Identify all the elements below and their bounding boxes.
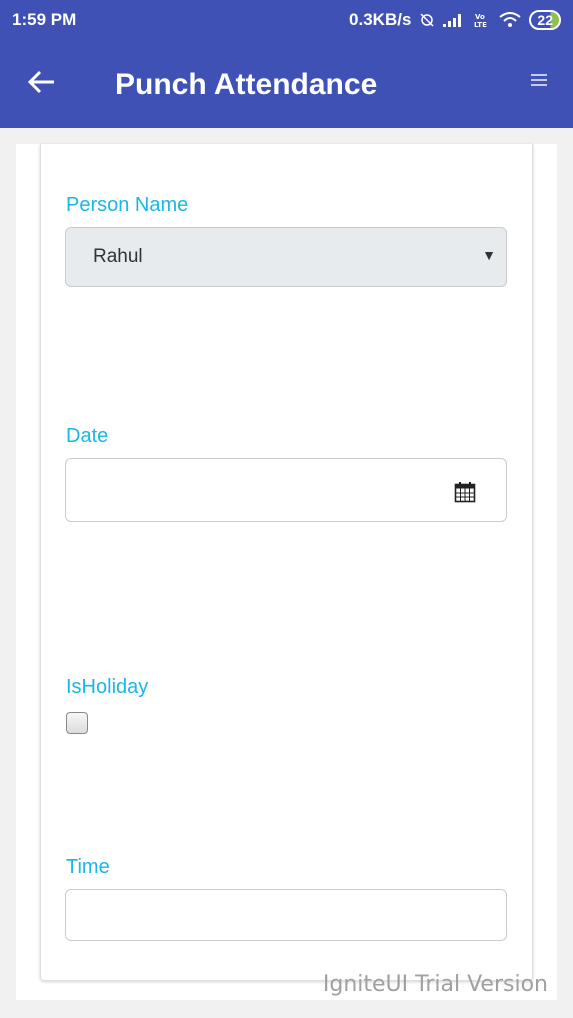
is-holiday-label: IsHoliday <box>66 676 149 698</box>
trial-watermark: IgniteUI Trial Version <box>322 972 548 997</box>
status-bar: 1:59 PM 0.3KB/s Vo LTE 22 <box>0 0 573 40</box>
alarm-off-icon <box>420 13 434 27</box>
wifi-icon <box>499 12 522 27</box>
arrow-back-icon <box>27 70 54 94</box>
calendar-button[interactable] <box>454 481 476 503</box>
menu-button[interactable] <box>531 74 547 90</box>
battery-icon: 22 <box>529 10 561 30</box>
person-name-label: Person Name <box>66 194 189 216</box>
svg-text:Vo: Vo <box>475 13 485 21</box>
chevron-down-icon: ▼ <box>482 247 496 263</box>
is-holiday-checkbox[interactable] <box>66 712 88 734</box>
person-name-select[interactable]: Rahul ▼ <box>65 227 507 287</box>
app-bar: Punch Attendance <box>0 40 573 128</box>
back-button[interactable] <box>26 62 66 102</box>
network-speed: 0.3KB/s <box>349 10 412 29</box>
date-label: Date <box>66 425 109 447</box>
calendar-icon <box>454 482 476 503</box>
time-label: Time <box>66 856 110 878</box>
status-time: 1:59 PM <box>12 10 77 29</box>
volte-icon: Vo LTE <box>474 13 487 28</box>
person-name-value: Rahul <box>93 246 143 267</box>
page-title: Punch Attendance <box>115 68 378 101</box>
time-input[interactable] <box>65 889 507 941</box>
menu-icon <box>531 74 547 76</box>
signal-icon <box>443 14 462 27</box>
status-icons: 0.3KB/s Vo LTE 22 <box>349 10 561 30</box>
svg-text:LTE: LTE <box>474 21 487 28</box>
date-input[interactable] <box>65 458 507 522</box>
